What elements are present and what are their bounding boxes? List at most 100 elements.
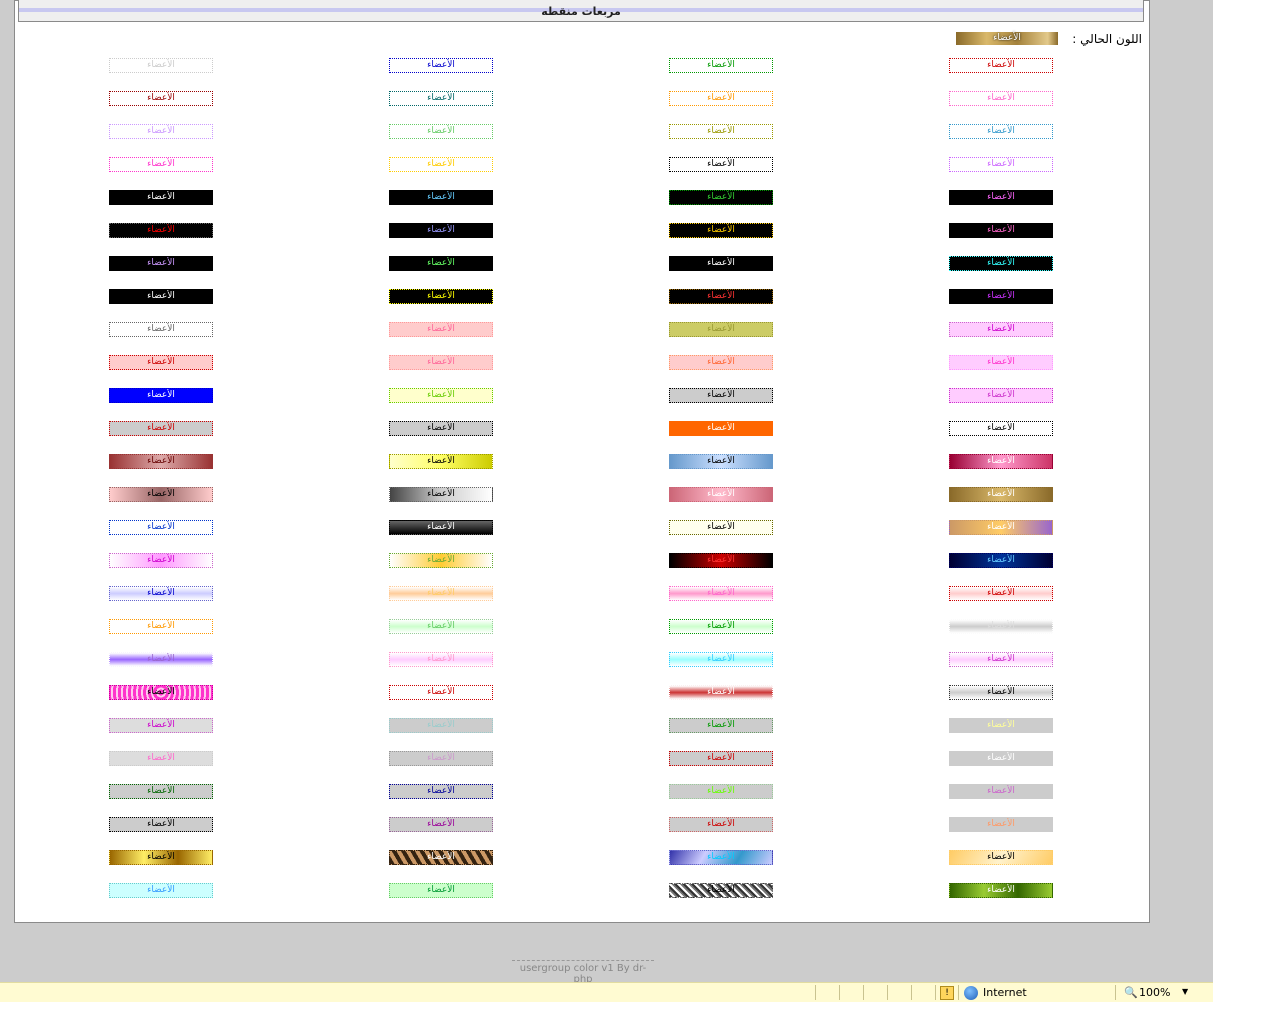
color-swatch[interactable]: الأعضاء [109,619,213,634]
color-swatch[interactable]: الأعضاء [669,718,773,733]
color-swatch[interactable]: الأعضاء [109,586,213,601]
color-swatch[interactable]: الأعضاء [389,289,493,304]
color-swatch[interactable]: الأعضاء [669,91,773,106]
color-swatch[interactable]: الأعضاء [949,190,1053,205]
color-swatch[interactable]: الأعضاء [109,685,213,700]
color-swatch[interactable]: الأعضاء [949,223,1053,238]
zoom-dropdown-arrow[interactable]: ▼ [1182,987,1188,996]
color-swatch[interactable]: الأعضاء [669,124,773,139]
color-swatch[interactable]: الأعضاء [669,388,773,403]
color-swatch[interactable]: الأعضاء [389,817,493,832]
color-swatch[interactable]: الأعضاء [669,619,773,634]
color-swatch[interactable]: الأعضاء [669,553,773,568]
protected-mode-icon[interactable]: ! [940,986,954,1000]
color-swatch[interactable]: الأعضاء [669,355,773,370]
color-swatch[interactable]: الأعضاء [389,718,493,733]
color-swatch[interactable]: الأعضاء [949,619,1053,634]
color-swatch[interactable]: الأعضاء [389,256,493,271]
color-swatch[interactable]: الأعضاء [669,883,773,898]
color-swatch[interactable]: الأعضاء [109,421,213,436]
color-swatch[interactable]: الأعضاء [389,223,493,238]
color-swatch[interactable]: الأعضاء [109,751,213,766]
color-swatch[interactable]: الأعضاء [669,454,773,469]
color-swatch[interactable]: الأعضاء [949,91,1053,106]
color-swatch[interactable]: الأعضاء [949,652,1053,667]
color-swatch[interactable]: الأعضاء [669,586,773,601]
color-swatch[interactable]: الأعضاء [949,751,1053,766]
color-swatch[interactable]: الأعضاء [389,652,493,667]
color-swatch[interactable]: الأعضاء [949,124,1053,139]
color-swatch[interactable]: الأعضاء [949,388,1053,403]
color-swatch[interactable]: الأعضاء [389,355,493,370]
color-swatch[interactable]: الأعضاء [669,322,773,337]
color-swatch[interactable]: الأعضاء [389,190,493,205]
color-swatch[interactable]: الأعضاء [949,289,1053,304]
color-swatch[interactable]: الأعضاء [389,586,493,601]
color-swatch[interactable]: الأعضاء [949,157,1053,172]
color-swatch[interactable]: الأعضاء [669,223,773,238]
color-swatch[interactable]: الأعضاء [109,652,213,667]
color-swatch[interactable]: الأعضاء [949,58,1053,73]
color-swatch[interactable]: الأعضاء [389,784,493,799]
security-zone-label[interactable]: Internet [983,986,1027,999]
color-swatch[interactable]: الأعضاء [669,817,773,832]
color-swatch[interactable]: الأعضاء [109,454,213,469]
color-swatch[interactable]: الأعضاء [949,454,1053,469]
color-swatch[interactable]: الأعضاء [669,190,773,205]
color-swatch[interactable]: الأعضاء [949,553,1053,568]
color-swatch[interactable]: الأعضاء [669,685,773,700]
color-swatch[interactable]: الأعضاء [949,850,1053,865]
color-swatch[interactable]: الأعضاء [109,718,213,733]
color-swatch[interactable]: الأعضاء [389,388,493,403]
color-swatch[interactable]: الأعضاء [109,850,213,865]
color-swatch[interactable]: الأعضاء [109,223,213,238]
color-swatch[interactable]: الأعضاء [949,520,1053,535]
color-swatch[interactable]: الأعضاء [389,487,493,502]
color-swatch[interactable]: الأعضاء [109,58,213,73]
color-swatch[interactable]: الأعضاء [109,520,213,535]
color-swatch[interactable]: الأعضاء [109,322,213,337]
color-swatch[interactable]: الأعضاء [389,883,493,898]
color-swatch[interactable]: الأعضاء [669,256,773,271]
color-swatch[interactable]: الأعضاء [109,355,213,370]
color-swatch[interactable]: الأعضاء [669,652,773,667]
zoom-icon[interactable]: 🔍 [1124,986,1138,999]
color-swatch[interactable]: الأعضاء [109,784,213,799]
color-swatch[interactable]: الأعضاء [109,190,213,205]
color-swatch[interactable]: الأعضاء [669,520,773,535]
zoom-level[interactable]: 100% [1139,986,1170,999]
color-swatch[interactable]: الأعضاء [389,157,493,172]
color-swatch[interactable]: الأعضاء [389,619,493,634]
color-swatch[interactable]: الأعضاء [389,751,493,766]
color-swatch[interactable]: الأعضاء [109,124,213,139]
color-swatch[interactable]: الأعضاء [669,289,773,304]
color-swatch[interactable]: الأعضاء [109,553,213,568]
color-swatch[interactable]: الأعضاء [669,421,773,436]
color-swatch[interactable]: الأعضاء [949,883,1053,898]
color-swatch[interactable]: الأعضاء [389,124,493,139]
color-swatch[interactable]: الأعضاء [669,58,773,73]
color-swatch[interactable]: الأعضاء [949,322,1053,337]
color-swatch[interactable]: الأعضاء [389,58,493,73]
color-swatch[interactable]: الأعضاء [949,586,1053,601]
color-swatch[interactable]: الأعضاء [949,685,1053,700]
color-swatch[interactable]: الأعضاء [389,322,493,337]
color-swatch[interactable]: الأعضاء [109,817,213,832]
color-swatch[interactable]: الأعضاء [109,91,213,106]
color-swatch[interactable]: الأعضاء [669,487,773,502]
color-swatch[interactable]: الأعضاء [389,520,493,535]
color-swatch[interactable]: الأعضاء [109,289,213,304]
color-swatch[interactable]: الأعضاء [669,751,773,766]
color-swatch[interactable]: الأعضاء [669,784,773,799]
color-swatch[interactable]: الأعضاء [109,388,213,403]
color-swatch[interactable]: الأعضاء [949,421,1053,436]
color-swatch[interactable]: الأعضاء [949,355,1053,370]
color-swatch[interactable]: الأعضاء [109,157,213,172]
color-swatch[interactable]: الأعضاء [389,553,493,568]
color-swatch[interactable]: الأعضاء [389,454,493,469]
color-swatch[interactable]: الأعضاء [389,421,493,436]
color-swatch[interactable]: الأعضاء [669,850,773,865]
color-swatch[interactable]: الأعضاء [949,487,1053,502]
color-swatch[interactable]: الأعضاء [109,256,213,271]
color-swatch[interactable]: الأعضاء [949,817,1053,832]
